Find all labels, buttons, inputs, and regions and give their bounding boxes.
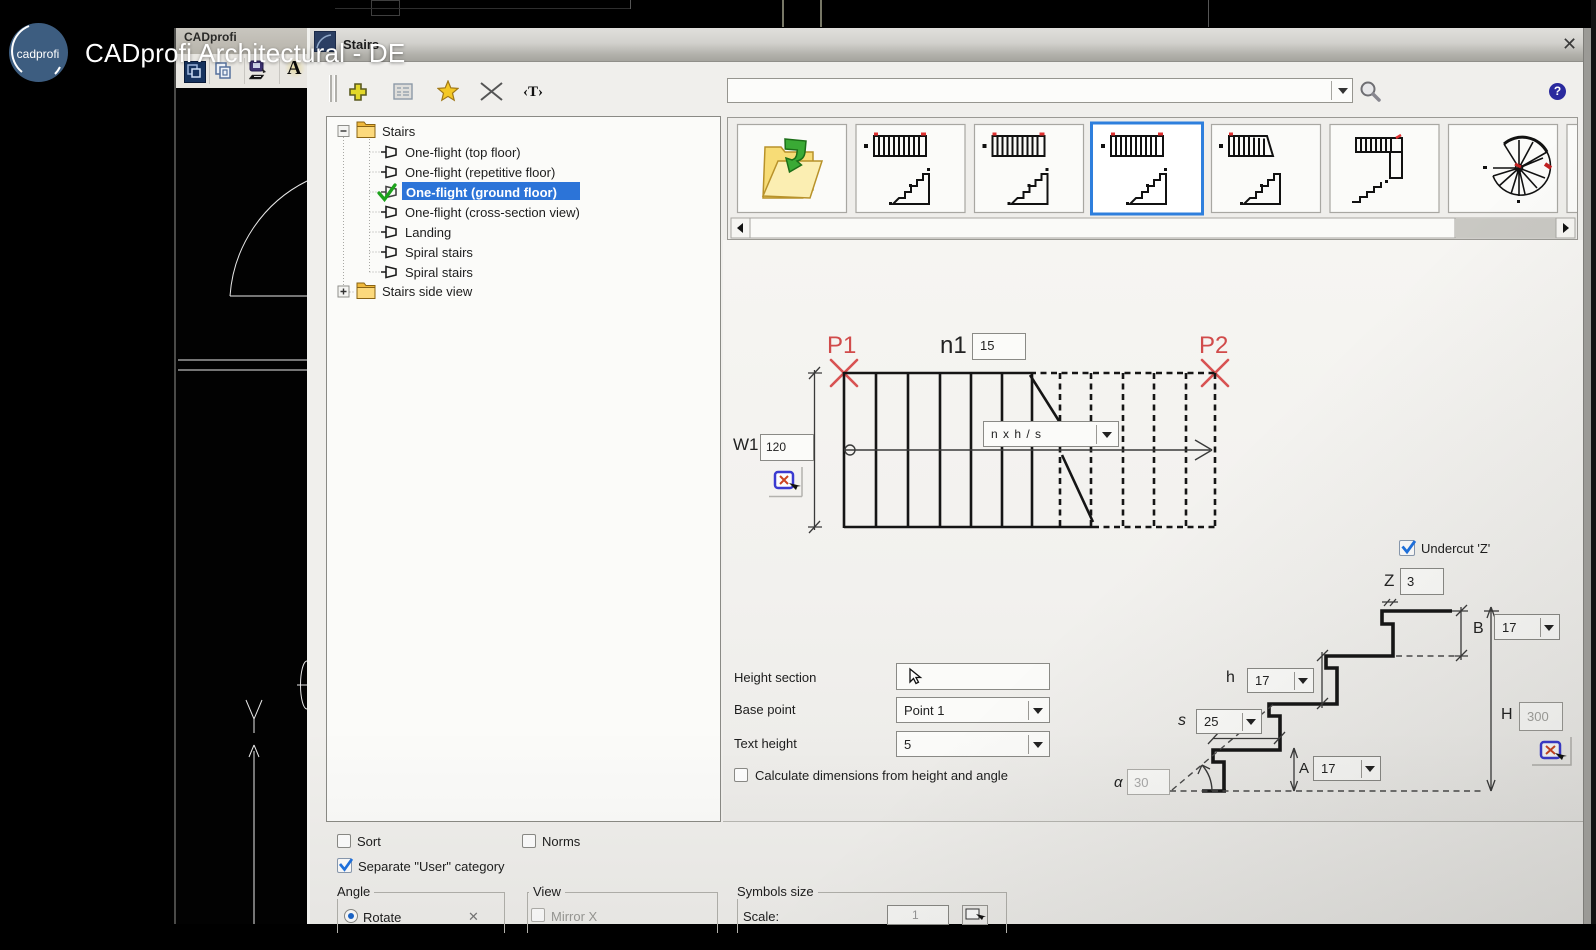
svg-text:cadprofi: cadprofi: [17, 47, 60, 61]
